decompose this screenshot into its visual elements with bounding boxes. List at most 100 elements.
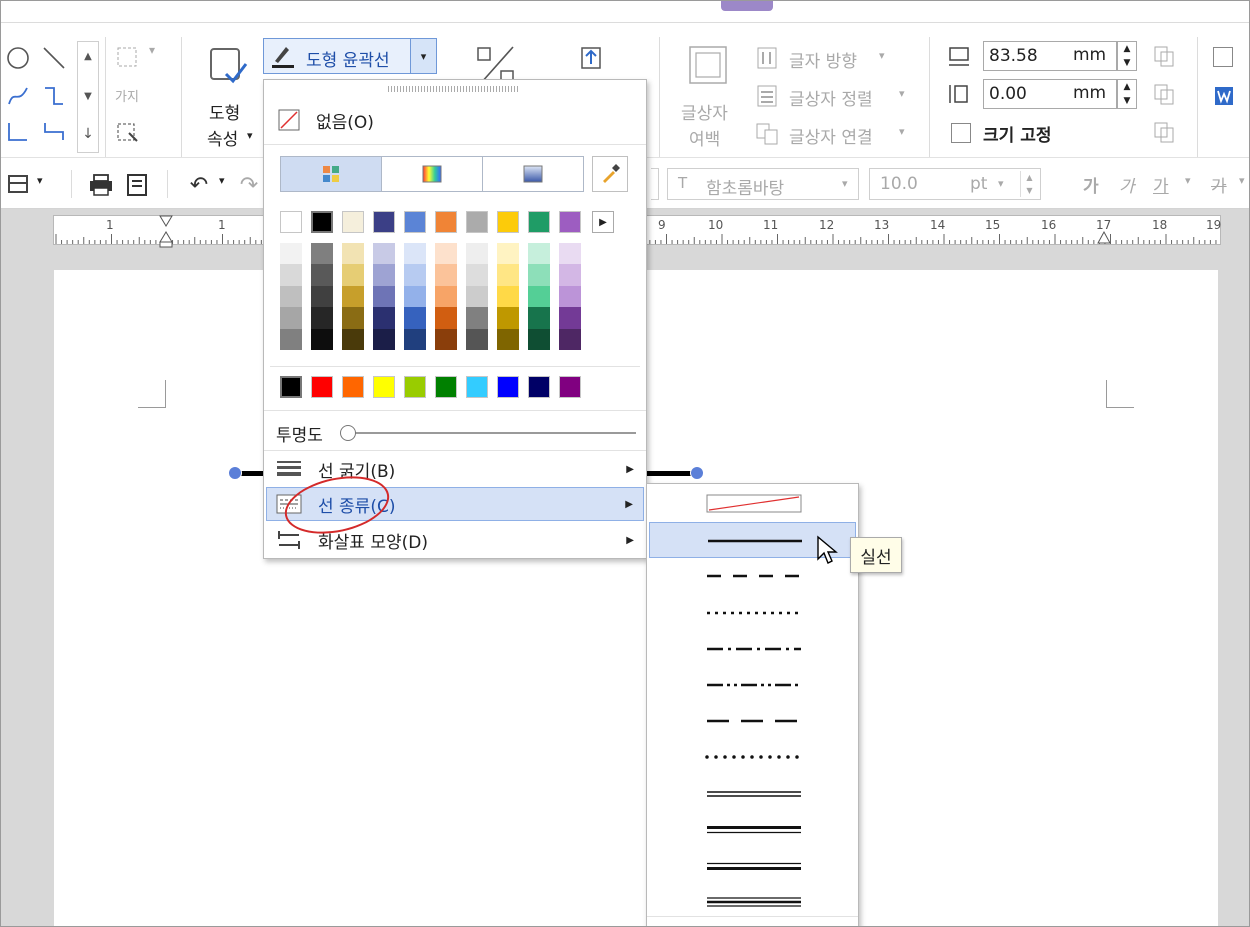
- shape-properties-label-2[interactable]: 속성: [207, 125, 238, 150]
- print-icon[interactable]: [87, 172, 115, 198]
- shade-swatch[interactable]: [280, 243, 302, 265]
- text-direction-label[interactable]: 글자 방향: [789, 47, 857, 72]
- font-name-select[interactable]: T 함초롬바탕 ▾: [667, 168, 859, 200]
- shade-swatch[interactable]: [497, 285, 519, 308]
- standard-color-swatch[interactable]: [404, 376, 426, 398]
- textbox-margin-label-2[interactable]: 여백: [689, 125, 720, 150]
- shade-swatch[interactable]: [466, 264, 488, 286]
- line-style-thin-thick[interactable]: [649, 848, 856, 884]
- italic-button[interactable]: 가: [1119, 172, 1135, 197]
- shade-swatch[interactable]: [280, 328, 302, 350]
- textbox-align-label[interactable]: 글상자 정렬: [789, 85, 873, 110]
- shade-swatch[interactable]: [435, 264, 457, 286]
- shape-properties-icon[interactable]: [207, 45, 249, 87]
- textbox-margin-icon[interactable]: [687, 45, 729, 85]
- menu-grip[interactable]: [388, 86, 518, 92]
- shade-swatch[interactable]: [497, 264, 519, 286]
- bring-forward-icon[interactable]: [577, 43, 605, 73]
- scroll-up-icon[interactable]: ▲: [80, 48, 96, 64]
- strike-button[interactable]: 가: [1211, 172, 1227, 197]
- line-style-triple[interactable]: [649, 884, 856, 920]
- shade-swatch[interactable]: [342, 264, 364, 286]
- line-style-dot[interactable]: [649, 595, 856, 631]
- textbox-margin-label-1[interactable]: 글상자: [681, 99, 728, 124]
- shade-swatch[interactable]: [342, 243, 364, 265]
- standard-color-swatch[interactable]: [435, 376, 457, 398]
- shade-swatch[interactable]: [559, 285, 581, 308]
- shade-swatch[interactable]: [466, 285, 488, 308]
- chart-glyph-icon[interactable]: 가지: [113, 81, 141, 109]
- shade-swatch[interactable]: [342, 285, 364, 308]
- shade-swatch[interactable]: [404, 328, 426, 350]
- line-start-handle[interactable]: [228, 466, 242, 480]
- connector-shape-icon[interactable]: [41, 83, 67, 109]
- color-swatch[interactable]: [528, 211, 550, 233]
- shade-swatch[interactable]: [404, 285, 426, 308]
- ellipse-shape-icon[interactable]: [5, 45, 31, 71]
- line-style-dash-dot[interactable]: [649, 631, 856, 667]
- undo-icon[interactable]: ↶: [185, 172, 213, 198]
- underline-button[interactable]: 가: [1153, 172, 1169, 197]
- shade-swatch[interactable]: [466, 328, 488, 350]
- color-swatch[interactable]: [559, 211, 581, 233]
- group-icon[interactable]: [113, 43, 141, 71]
- preview-icon[interactable]: [123, 172, 151, 198]
- tab-rgb-colors[interactable]: [382, 157, 483, 191]
- shade-swatch[interactable]: [373, 328, 395, 350]
- curved-connector-icon[interactable]: [41, 119, 67, 145]
- select-objects-icon[interactable]: [113, 119, 141, 147]
- shade-swatch[interactable]: [528, 328, 550, 350]
- standard-color-swatch[interactable]: [497, 376, 519, 398]
- shade-swatch[interactable]: [373, 307, 395, 329]
- line-style-round-dot[interactable]: [649, 739, 856, 775]
- textbox-align-icon[interactable]: [755, 83, 779, 109]
- standard-color-swatch[interactable]: [373, 376, 395, 398]
- color-swatch[interactable]: [466, 211, 488, 233]
- shade-swatch[interactable]: [373, 285, 395, 308]
- shade-swatch[interactable]: [373, 264, 395, 286]
- standard-color-swatch[interactable]: [528, 376, 550, 398]
- shade-swatch[interactable]: [528, 285, 550, 308]
- line-style-none[interactable]: [649, 486, 856, 522]
- shade-swatch[interactable]: [311, 285, 333, 308]
- standard-color-swatch[interactable]: [311, 376, 333, 398]
- layout-icon[interactable]: [5, 172, 31, 196]
- no-color-item[interactable]: 없음(O): [268, 104, 642, 136]
- more-colors-arrow-icon[interactable]: ▶: [592, 211, 614, 233]
- color-swatch[interactable]: [342, 211, 364, 233]
- tab-gradient[interactable]: [483, 157, 583, 191]
- shade-swatch[interactable]: [280, 307, 302, 329]
- shade-swatch[interactable]: [435, 307, 457, 329]
- textbox-link-icon[interactable]: [755, 121, 779, 147]
- shade-swatch[interactable]: [559, 243, 581, 265]
- height-spinner[interactable]: ▲ ▼: [1117, 79, 1137, 109]
- shade-swatch[interactable]: [404, 307, 426, 329]
- same-size-icon[interactable]: [1151, 119, 1177, 145]
- elbow-connector-icon[interactable]: [5, 119, 31, 145]
- transparency-slider-thumb[interactable]: [340, 425, 356, 441]
- size-lock-checkbox[interactable]: [951, 123, 971, 143]
- standard-color-swatch[interactable]: [280, 376, 302, 398]
- font-size-spinner[interactable]: ▲ ▼: [1020, 171, 1038, 197]
- line-style-double[interactable]: [649, 776, 856, 812]
- color-swatch[interactable]: [280, 211, 302, 233]
- width-spinner[interactable]: ▲ ▼: [1117, 41, 1137, 71]
- gallery-expand-icon[interactable]: ↓: [80, 126, 96, 142]
- line-style-thick-thin[interactable]: [649, 812, 856, 848]
- shade-swatch[interactable]: [466, 243, 488, 265]
- shape-gallery-scroll[interactable]: ▲ ▼ ↓: [77, 41, 99, 153]
- option-checkbox[interactable]: [1213, 47, 1233, 67]
- active-tab-indicator[interactable]: [721, 1, 773, 11]
- line-end-handle[interactable]: [690, 466, 704, 480]
- line-style-long-dash[interactable]: [649, 703, 856, 739]
- shade-swatch[interactable]: [528, 264, 550, 286]
- eyedropper-button[interactable]: [592, 156, 628, 192]
- color-swatch[interactable]: [373, 211, 395, 233]
- scroll-down-icon[interactable]: ▼: [80, 88, 96, 104]
- wrap-text-icon[interactable]: [1211, 83, 1237, 109]
- bold-button[interactable]: 가: [1083, 172, 1099, 197]
- standard-color-swatch[interactable]: [342, 376, 364, 398]
- color-swatch[interactable]: [311, 211, 333, 233]
- shape-outline-button[interactable]: 도형 윤곽선 ▾: [263, 38, 437, 74]
- shade-swatch[interactable]: [311, 307, 333, 329]
